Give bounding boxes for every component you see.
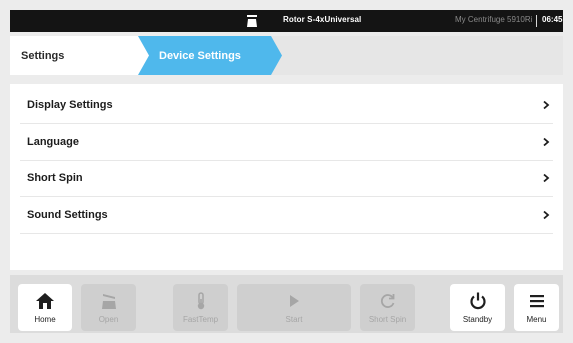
menu-label: Menu bbox=[526, 315, 547, 324]
list-item-label: Sound Settings bbox=[27, 209, 108, 221]
chevron-right-icon bbox=[543, 173, 550, 183]
spin-icon bbox=[380, 294, 394, 308]
start-label: Start bbox=[285, 315, 303, 324]
list-item-short-spin[interactable]: Short Spin bbox=[20, 160, 553, 197]
fasttemp-button[interactable]: FastTemp bbox=[173, 284, 228, 331]
list-item-label: Display Settings bbox=[27, 99, 113, 111]
home-label: Home bbox=[34, 315, 56, 324]
fasttemp-label: FastTemp bbox=[182, 315, 219, 324]
bottom-toolbar: Home Open FastTemp Start Short Spin Stan… bbox=[10, 275, 563, 333]
rotor-name: Rotor S-4xUniversal bbox=[283, 15, 362, 24]
thermometer-icon bbox=[197, 292, 204, 310]
play-icon bbox=[290, 295, 299, 307]
breadcrumb-device-settings-label: Device Settings bbox=[159, 49, 241, 62]
clock: 06:45 bbox=[542, 15, 563, 24]
standby-label: Standby bbox=[462, 315, 493, 324]
standby-button[interactable]: Standby bbox=[450, 284, 505, 331]
list-item-label: Language bbox=[27, 136, 79, 148]
open-button[interactable]: Open bbox=[81, 284, 136, 331]
device-name: My Centrifuge 5910Ri bbox=[455, 15, 533, 24]
chevron-right-icon bbox=[543, 100, 550, 110]
short-spin-label: Short Spin bbox=[368, 315, 407, 324]
menu-button[interactable]: Menu bbox=[514, 284, 559, 331]
open-label: Open bbox=[98, 315, 119, 324]
breadcrumb-device-settings: Device Settings bbox=[138, 36, 282, 75]
settings-list: Display Settings Language Short Spin Sou… bbox=[10, 84, 563, 270]
lid-open-icon bbox=[101, 294, 116, 309]
breadcrumb-settings-label: Settings bbox=[21, 49, 65, 62]
list-item-label: Short Spin bbox=[27, 172, 83, 184]
breadcrumb: Settings Device Settings bbox=[10, 36, 563, 75]
list-item-sound-settings[interactable]: Sound Settings bbox=[20, 197, 553, 234]
rotor-lid-icon bbox=[247, 15, 257, 27]
chevron-right-icon bbox=[543, 137, 550, 147]
home-icon bbox=[36, 293, 54, 309]
status-divider bbox=[536, 15, 537, 27]
short-spin-button[interactable]: Short Spin bbox=[360, 284, 415, 331]
breadcrumb-settings[interactable]: Settings bbox=[10, 36, 153, 75]
menu-icon bbox=[529, 295, 544, 308]
list-item-display-settings[interactable]: Display Settings bbox=[20, 87, 553, 124]
start-button[interactable]: Start bbox=[237, 284, 351, 331]
chevron-right-icon bbox=[543, 210, 550, 220]
power-icon bbox=[469, 292, 486, 310]
list-item-language[interactable]: Language bbox=[20, 124, 553, 161]
status-bar: Rotor S-4xUniversal My Centrifuge 5910Ri… bbox=[10, 10, 563, 32]
home-button[interactable]: Home bbox=[18, 284, 72, 331]
